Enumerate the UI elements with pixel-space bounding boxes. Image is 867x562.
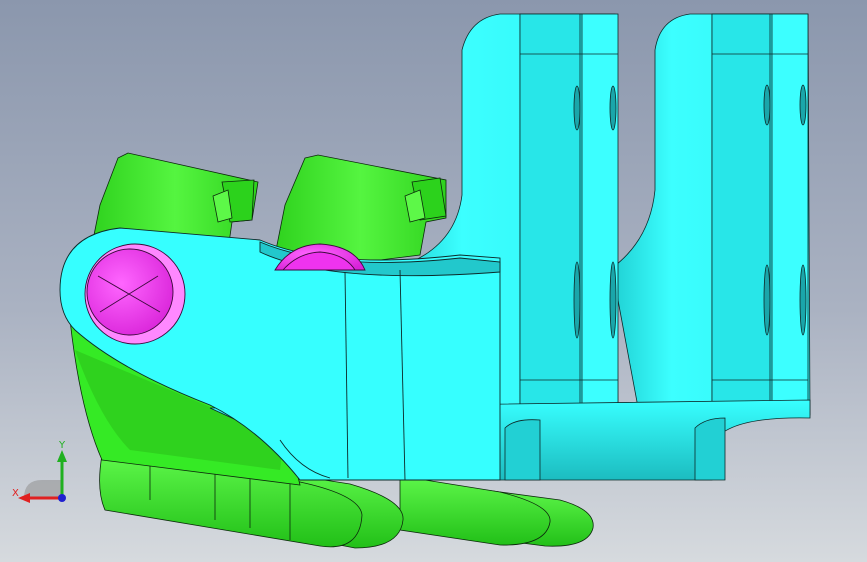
y-axis-label: Y (58, 440, 66, 451)
foot-3[interactable] (399, 475, 551, 546)
cad-model-render[interactable] (0, 0, 867, 562)
coordinate-triad-icon: Y X (12, 440, 67, 503)
x-axis-label: X (12, 488, 19, 499)
pin-front[interactable] (84, 243, 186, 345)
graphics-viewport[interactable]: Y X (0, 0, 867, 562)
